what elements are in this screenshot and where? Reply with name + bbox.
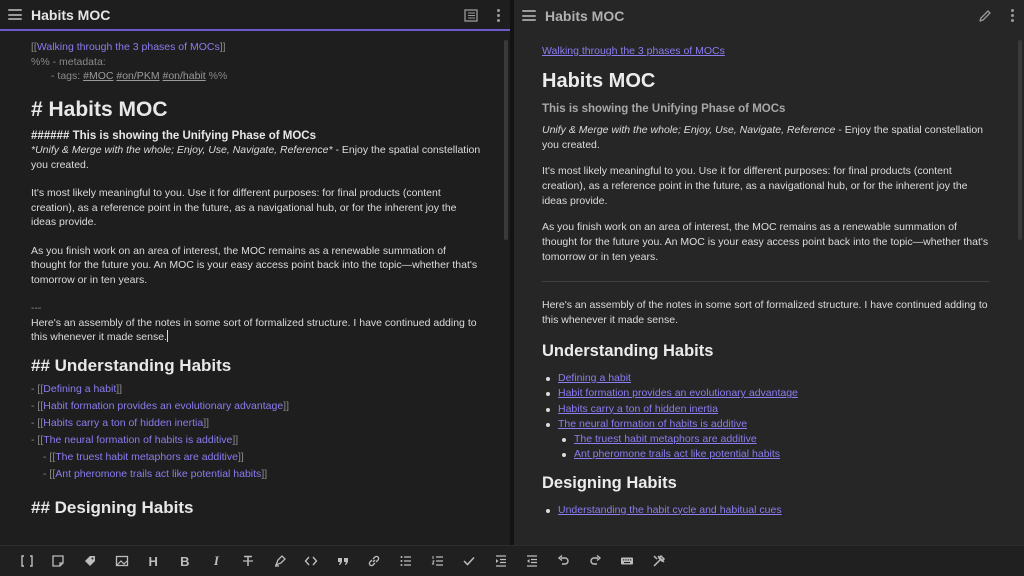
image-icon[interactable] (106, 546, 138, 576)
list-item: Habits carry a ton of hidden inertia (542, 402, 990, 417)
breadcrumb-link[interactable]: Walking through the 3 phases of MOCs (542, 45, 725, 57)
editor-para-3: Here's an assembly of the notes in some … (31, 316, 477, 344)
metadata-line: %% - metadata: (31, 55, 106, 68)
strikethrough-icon[interactable] (232, 546, 264, 576)
editor-italic-para: *Unify & Merge with the whole; Enjoy, Us… (31, 144, 481, 171)
editor-para-2: As you finish work on an area of interes… (31, 244, 478, 286)
preview-italic-para: Unify & Merge with the whole; Enjoy, Use… (542, 124, 984, 151)
preview-content: Walking through the 3 phases of MOCs Hab… (542, 44, 990, 518)
preview-h2-designing: Designing Habits (542, 473, 677, 492)
tag-pkm[interactable]: #on/PKM (116, 70, 159, 82)
italic-icon[interactable]: I (201, 546, 233, 576)
editor-header: Habits MOC (0, 0, 510, 31)
editor-h1: # Habits MOC (31, 97, 168, 121)
formatting-toolbar: H B I (0, 545, 1024, 576)
editor-content[interactable]: [[Walking through the 3 phases of MOCs]]… (31, 40, 481, 519)
link-icon[interactable] (359, 546, 391, 576)
preview-para-2: As you finish work on an area of interes… (542, 221, 989, 263)
tag-habit[interactable]: #on/habit (163, 70, 206, 82)
edit-pencil-icon[interactable] (978, 9, 992, 23)
preview-scrollbar[interactable] (1018, 40, 1022, 240)
code-icon[interactable] (295, 546, 327, 576)
wikilink-icon[interactable] (11, 546, 43, 576)
more-options-icon[interactable] (496, 9, 500, 22)
embed-icon[interactable] (43, 546, 75, 576)
preview-list: Defining a habit Habit formation provide… (542, 371, 990, 463)
preview-para-3: Here's an assembly of the notes in some … (542, 299, 988, 326)
list-item[interactable]: - [[Habit formation provides an evolutio… (31, 398, 481, 415)
checklist-icon[interactable] (453, 546, 485, 576)
editor-h6: ###### This is showing the Unifying Phas… (31, 129, 317, 142)
editor-hr: --- (31, 302, 42, 314)
preview-h1: Habits MOC (542, 70, 656, 92)
sub-list-item[interactable]: - [[Ant pheromone trails act like potent… (31, 466, 481, 483)
editor-pane[interactable]: Habits MOC [[Walking through the 3 phase… (0, 0, 510, 545)
list-item[interactable]: - [[The neural formation of habits is ad… (31, 432, 481, 449)
bold-icon[interactable]: B (169, 546, 201, 576)
preview-para-1: It's most likely meaningful to you. Use … (542, 165, 968, 207)
tag-moc[interactable]: #MOC (83, 70, 113, 82)
metadata-tags-line: - tags: #MOC #on/PKM #on/habit %% (51, 70, 228, 82)
numbered-list-icon[interactable] (422, 546, 454, 576)
list-item: Defining a habit (542, 371, 990, 386)
sub-list-item: The truest habit metaphors are additive (542, 432, 990, 447)
editor-para-1: It's most likely meaningful to you. Use … (31, 187, 457, 228)
quote-icon[interactable] (327, 546, 359, 576)
list-item[interactable]: - [[Habits carry a ton of hidden inertia… (31, 415, 481, 432)
tag-icon[interactable] (74, 546, 106, 576)
text-cursor (167, 330, 168, 342)
bullet-list-icon[interactable] (390, 546, 422, 576)
list-item[interactable]: - [[Defining a habit]] (31, 381, 481, 398)
settings-tools-icon[interactable] (643, 546, 675, 576)
menu-icon[interactable] (522, 10, 536, 21)
redo-icon[interactable] (580, 546, 612, 576)
breadcrumb-link[interactable]: Walking through the 3 phases of MOCs (37, 41, 220, 53)
list-item: Understanding the habit cycle and habitu… (542, 503, 990, 518)
more-options-icon[interactable] (1010, 9, 1014, 22)
indent-icon[interactable] (485, 546, 517, 576)
editor-h2-designing: ## Designing Habits (31, 497, 194, 517)
highlight-icon[interactable] (264, 546, 296, 576)
sub-list-item: Ant pheromone trails act like potential … (542, 447, 990, 462)
preview-title: Habits MOC (545, 7, 625, 24)
editor-scrollbar[interactable] (504, 40, 508, 240)
menu-icon[interactable] (8, 9, 22, 20)
list-item: The neural formation of habits is additi… (542, 417, 990, 432)
list-item: Habit formation provides an evolutionary… (542, 386, 990, 401)
undo-icon[interactable] (548, 546, 580, 576)
reading-view-icon[interactable] (464, 9, 478, 22)
editor-h2-understanding: ## Understanding Habits (31, 355, 232, 375)
editor-title: Habits MOC (31, 6, 111, 23)
heading-icon[interactable]: H (137, 546, 169, 576)
preview-h6: This is showing the Unifying Phase of MO… (542, 103, 786, 115)
outdent-icon[interactable] (517, 546, 549, 576)
preview-pane[interactable]: Habits MOC Walking through the 3 phases … (514, 0, 1024, 545)
preview-header: Habits MOC (514, 0, 1024, 31)
preview-h2-understanding: Understanding Habits (542, 342, 714, 360)
keyboard-icon[interactable] (611, 546, 643, 576)
sub-list-item[interactable]: - [[The truest habit metaphors are addit… (31, 449, 481, 466)
